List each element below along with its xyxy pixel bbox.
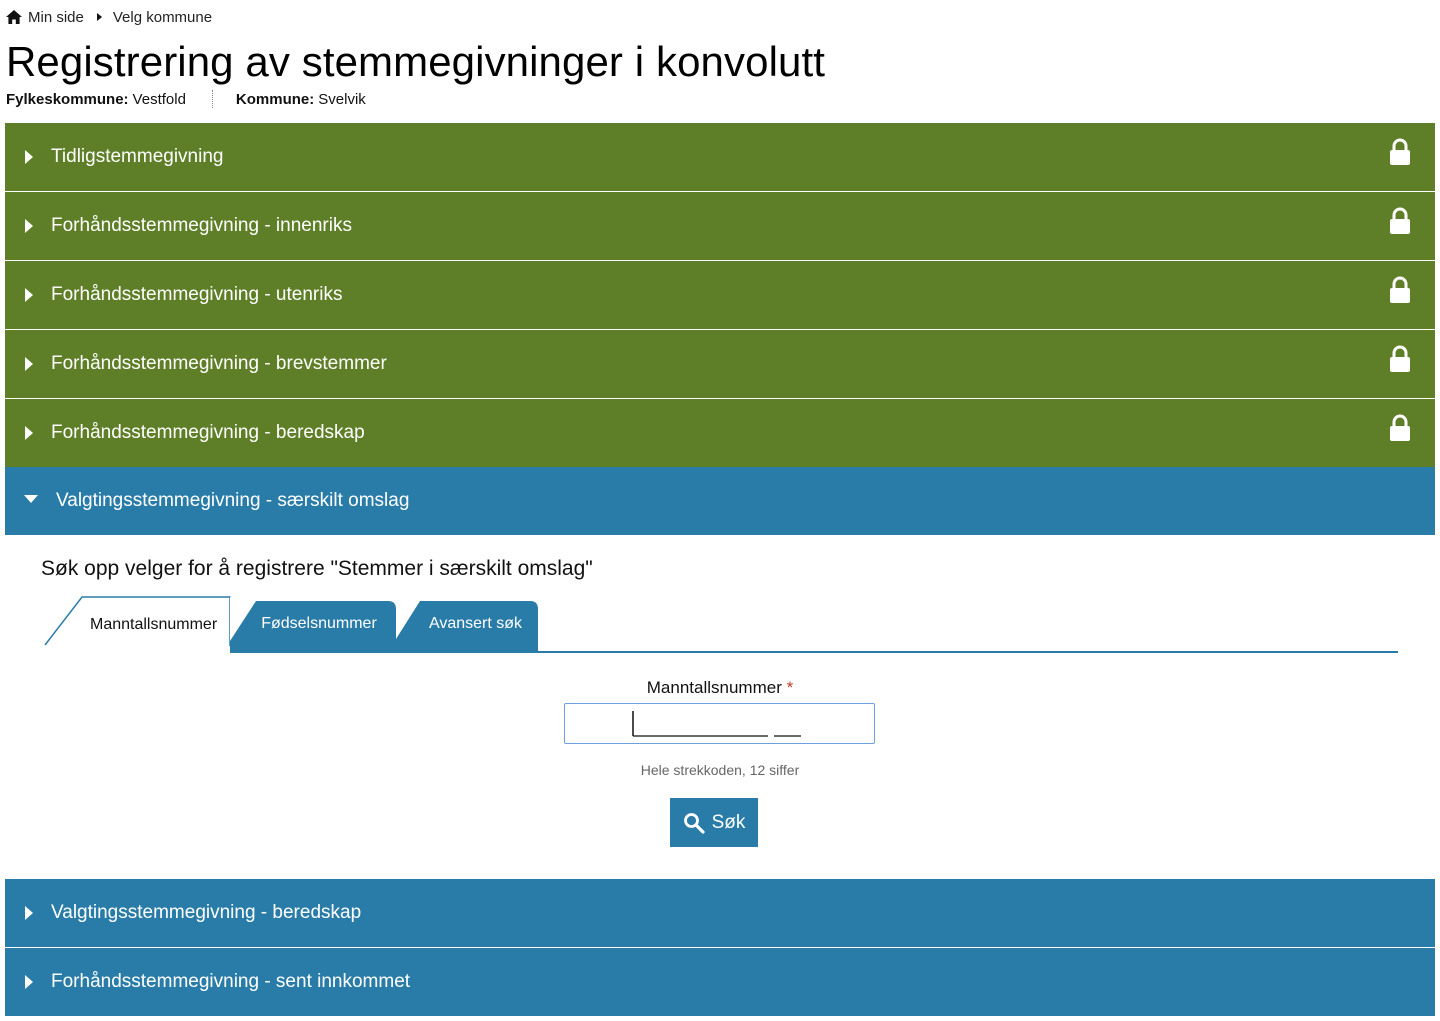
lock-icon bbox=[1390, 138, 1410, 165]
breadcrumb-home-link[interactable]: Min side bbox=[28, 9, 84, 26]
manntallsnummer-input[interactable] bbox=[564, 703, 875, 744]
accordion-label: Valgtingsstemmegivning - særskilt omslag bbox=[56, 490, 410, 511]
caret-down-icon bbox=[24, 495, 38, 503]
accordion-label: Valgtingsstemmegivning - beredskap bbox=[51, 902, 362, 923]
accordion-forhand-sent-innkommet[interactable]: Forhåndsstemmegivning - sent innkommet bbox=[5, 948, 1435, 1016]
search-heading: Søk opp velger for å registrere "Stemmer… bbox=[41, 557, 593, 580]
municipality-key: Kommune: bbox=[235, 90, 315, 108]
caret-right-icon bbox=[25, 975, 33, 989]
county-value: Vestfold bbox=[132, 90, 186, 108]
tab-avansert-sok[interactable]: Avansert søk bbox=[396, 601, 539, 652]
municipality-value: Svelvik bbox=[318, 90, 366, 108]
accordion-label: Forhåndsstemmegivning - beredskap bbox=[51, 422, 365, 443]
home-icon[interactable] bbox=[6, 10, 22, 24]
context-meta: Fylkeskommune: Vestfold Kommune: Svelvik bbox=[6, 90, 366, 108]
caret-right-icon bbox=[25, 288, 33, 302]
caret-right-icon bbox=[25, 906, 33, 920]
accordion-valgting-beredskap[interactable]: Valgtingsstemmegivning - beredskap bbox=[5, 879, 1435, 947]
caret-right-icon bbox=[25, 357, 33, 371]
accordion-forhand-innenriks[interactable]: Forhåndsstemmegivning - innenriks bbox=[5, 192, 1435, 260]
page: Min side Velg kommune Registrering av st… bbox=[0, 0, 1440, 1021]
accordion-label: Tidligstemmegivning bbox=[51, 146, 224, 167]
accordion-label: Forhåndsstemmegivning - sent innkommet bbox=[51, 971, 411, 992]
caret-right-icon bbox=[25, 426, 33, 440]
page-title: Registrering av stemmegivninger i konvol… bbox=[6, 38, 825, 85]
caret-right-icon bbox=[25, 150, 33, 164]
search-button[interactable]: Søk bbox=[670, 798, 758, 847]
search-icon bbox=[683, 812, 705, 834]
accordion-label: Forhåndsstemmegivning - brevstemmer bbox=[51, 353, 387, 374]
accordion-label: Forhåndsstemmegivning - utenriks bbox=[51, 284, 343, 305]
field-label-text: Manntallsnummer bbox=[646, 678, 782, 697]
lock-icon bbox=[1390, 345, 1410, 372]
accordion-forhand-utenriks[interactable]: Forhåndsstemmegivning - utenriks bbox=[5, 261, 1435, 329]
accordion-label: Forhåndsstemmegivning - innenriks bbox=[51, 215, 352, 236]
breadcrumb: Min side Velg kommune bbox=[6, 6, 212, 28]
caret-right-icon bbox=[25, 219, 33, 233]
tab-label: Fødselsnummer bbox=[261, 615, 377, 632]
manntallsnummer-label: Manntallsnummer * bbox=[0, 678, 1440, 698]
lock-icon bbox=[1390, 207, 1410, 234]
meta-divider bbox=[211, 90, 213, 108]
lock-icon bbox=[1390, 276, 1410, 303]
accordion-forhand-beredskap[interactable]: Forhåndsstemmegivning - beredskap bbox=[5, 399, 1435, 467]
breadcrumb-separator-icon bbox=[96, 13, 102, 21]
lock-icon bbox=[1390, 414, 1410, 441]
breadcrumb-current-link[interactable]: Velg kommune bbox=[113, 9, 212, 26]
county-key: Fylkeskommune: bbox=[6, 90, 129, 108]
accordion-tidligstemmegivning[interactable]: Tidligstemmegivning bbox=[5, 123, 1435, 191]
input-hint: Hele strekkoden, 12 siffer bbox=[640, 762, 800, 778]
accordion-forhand-brevstemmer[interactable]: Forhåndsstemmegivning - brevstemmer bbox=[5, 330, 1435, 398]
required-marker: * bbox=[786, 678, 794, 697]
tab-label: Manntallsnummer bbox=[90, 616, 218, 633]
tab-label: Avansert søk bbox=[428, 615, 523, 632]
tab-manntallsnummer[interactable]: Manntallsnummer bbox=[44, 595, 232, 646]
accordion-valgting-saerskilt-omslag[interactable]: Valgtingsstemmegivning - særskilt omslag bbox=[5, 467, 1435, 535]
search-button-label: Søk bbox=[711, 811, 746, 833]
tab-fodselsnummer[interactable]: Fødselsnummer bbox=[230, 601, 400, 652]
